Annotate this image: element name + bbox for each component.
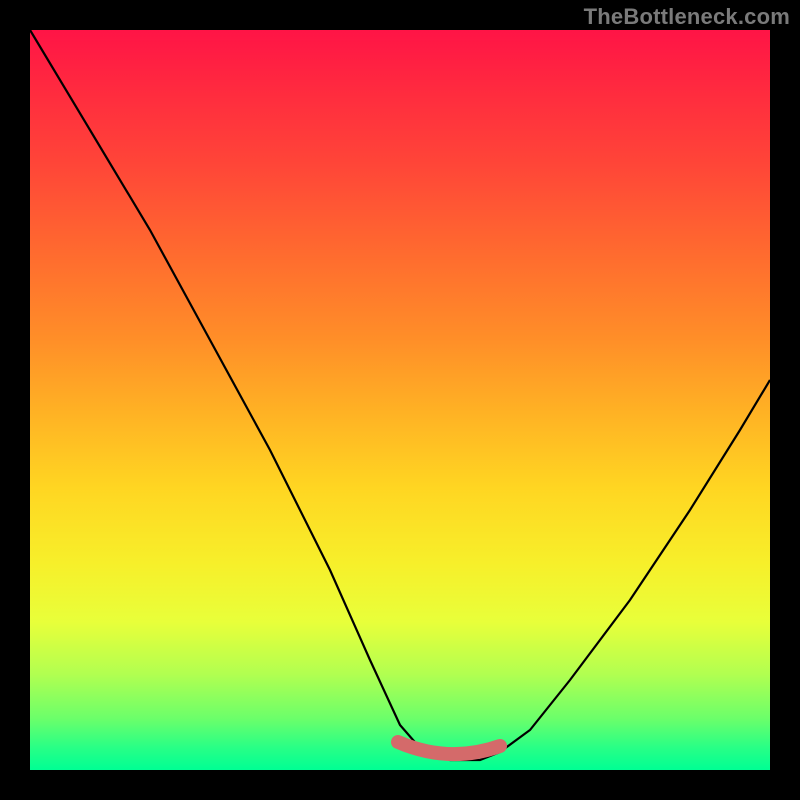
plot-area [30, 30, 770, 770]
chart-frame: TheBottleneck.com [0, 0, 800, 800]
attribution-text: TheBottleneck.com [584, 4, 790, 30]
bottleneck-curve [30, 30, 770, 760]
plateau-highlight [398, 742, 500, 754]
curve-svg [30, 30, 770, 770]
